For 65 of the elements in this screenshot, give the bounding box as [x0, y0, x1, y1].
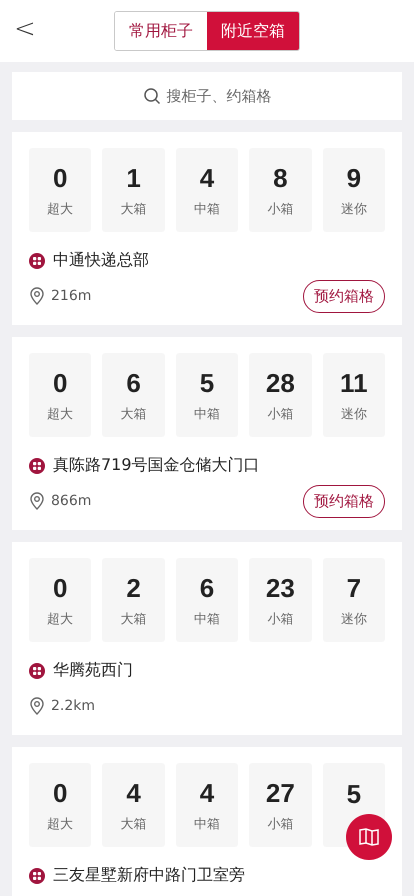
- box-count: 23: [266, 572, 295, 604]
- box-count: 5: [200, 368, 214, 398]
- size-label: 中箱: [194, 406, 220, 422]
- size-label: 大箱: [120, 200, 147, 218]
- location-icon: [29, 697, 45, 715]
- location-icon: [29, 492, 45, 510]
- distance: 2.2km: [51, 698, 96, 714]
- location-icon: [29, 287, 45, 305]
- search-field[interactable]: 搜柜子、约箱格: [12, 72, 402, 120]
- size-label: 大箱: [120, 816, 147, 832]
- locker-card[interactable]: 0 超大 1 大箱 4 中箱 8 小箱 9 迷你 中通快递总部 216m 预约箱格: [12, 132, 402, 325]
- locker-name: 中通快递总部: [53, 250, 149, 271]
- size-label: 中箱: [194, 610, 220, 628]
- map-icon: [359, 828, 379, 846]
- box-count: 28: [266, 368, 295, 398]
- box-count: 6: [200, 572, 214, 604]
- size-label: 中箱: [194, 200, 220, 218]
- size-label: 小箱: [267, 816, 294, 832]
- box-count: 6: [126, 368, 141, 398]
- distance: 216m: [51, 288, 92, 304]
- box-count: 27: [266, 778, 295, 808]
- box-count: 11: [340, 368, 368, 398]
- size-label: 迷你: [340, 200, 367, 218]
- box-count: 4: [200, 778, 214, 808]
- box-count: 0: [52, 368, 68, 398]
- locker-name: 三友星墅新府中路门卫室旁: [53, 865, 245, 886]
- box-count: 0: [52, 162, 68, 194]
- box-count: 1: [126, 162, 141, 194]
- size-label: 迷你: [340, 610, 367, 628]
- box-count: 5: [346, 778, 362, 810]
- size-label: 超大: [47, 610, 74, 628]
- locker-icon: [29, 662, 45, 678]
- locker-name: 华腾苑西门: [53, 660, 133, 681]
- size-label: 超大: [47, 816, 74, 832]
- back-button[interactable]: <: [14, 14, 36, 44]
- book-button[interactable]: 预约箱格: [303, 280, 385, 312]
- size-label: 大箱: [120, 406, 147, 422]
- locker-name: 真陈路719号国金仓储大门口: [53, 455, 260, 476]
- locker-card[interactable]: 0 超大 4 大箱 4 中箱 27 小箱 5 三友星墅新府中路门卫室旁: [12, 747, 402, 896]
- box-count: 9: [346, 162, 362, 194]
- size-label: 大箱: [120, 610, 147, 628]
- locker-icon: [29, 868, 45, 884]
- tab[interactable]: 附近空箱: [207, 12, 299, 50]
- box-count: 2: [126, 572, 141, 604]
- locker-card[interactable]: 0 超大 6 大箱 5 中箱 28 小箱 11 迷你 真陈路719号国金仓储大门口 866m 预约箱格: [12, 337, 402, 530]
- locker-card[interactable]: 0 超大 2 大箱 6 中箱 23 小箱 7 迷你 华腾苑西门 2.2km: [12, 542, 402, 735]
- size-label: 超大: [47, 406, 74, 422]
- box-count: 0: [52, 778, 68, 808]
- box-count: 4: [126, 778, 141, 808]
- search-icon: [142, 87, 160, 105]
- locker-icon: [29, 458, 45, 474]
- box-count: 8: [273, 162, 288, 194]
- size-label: 小箱: [267, 406, 294, 422]
- distance: 866m: [51, 493, 92, 509]
- book-button[interactable]: 预约箱格: [303, 484, 385, 518]
- size-label: 小箱: [267, 200, 294, 218]
- size-label: 超大: [47, 200, 74, 218]
- box-count: 0: [52, 572, 68, 604]
- box-count: 7: [346, 572, 362, 604]
- search-placeholder: 搜柜子、约箱格: [166, 86, 272, 106]
- box-count: 4: [200, 162, 214, 194]
- size-label: 迷你: [340, 406, 367, 422]
- size-label: 中箱: [194, 816, 220, 832]
- locker-icon: [29, 252, 45, 268]
- size-label: 小箱: [267, 610, 294, 628]
